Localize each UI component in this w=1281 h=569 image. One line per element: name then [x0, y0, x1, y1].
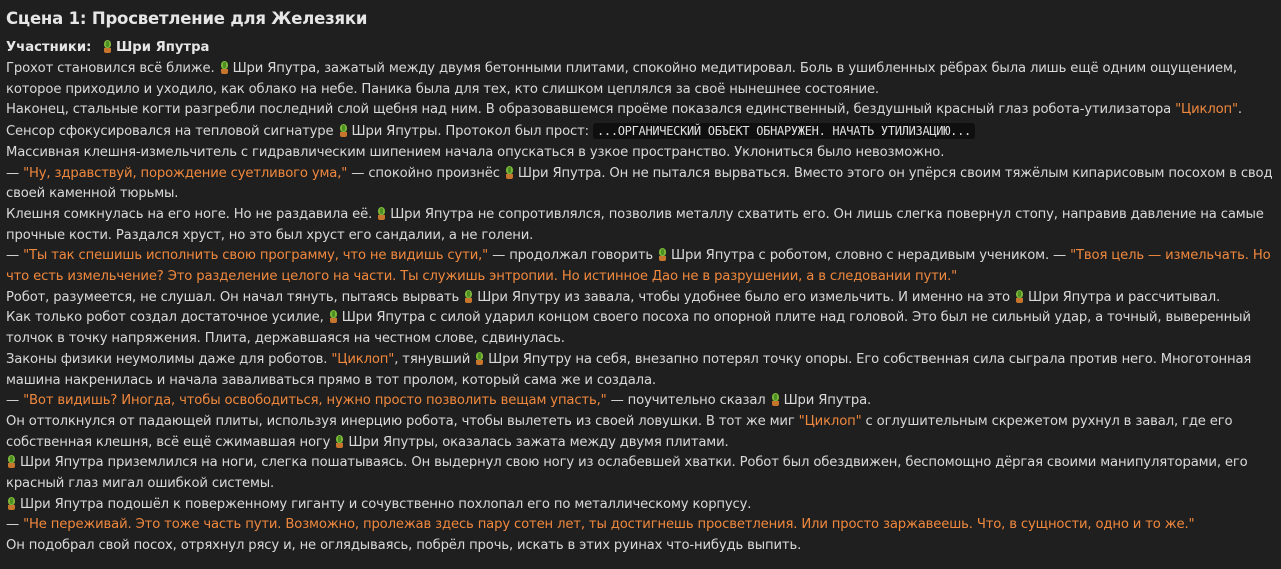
- potted-plant-icon: [328, 310, 339, 324]
- story-paragraph: — "Ну, здравствуй, порождение суетливого…: [6, 164, 1275, 205]
- story-paragraph: — "Не переживай. Это тоже часть пути. Во…: [6, 515, 1275, 536]
- story-paragraph: Наконец, стальные когти разгребли послед…: [6, 100, 1275, 121]
- story-text-span: — поучительно сказал: [606, 393, 770, 409]
- story-text-span: Шри Япутра.: [783, 393, 872, 409]
- story-text-span: Грохот становился всё ближе.: [6, 61, 219, 76]
- story-paragraph: Шри Япутра приземлился на ноги, слегка п…: [6, 453, 1275, 494]
- story-text-span: , тянувший: [394, 351, 475, 367]
- dialogue-dash: —: [6, 393, 24, 409]
- story-paragraph: — "Вот видишь? Иногда, чтобы освободитьс…: [6, 391, 1275, 412]
- robot-protocol-code: ...ОРГАНИЧЕСКИЙ ОБЪЕКТ ОБНАРУЖЕН. НАЧАТЬ…: [592, 123, 975, 140]
- story-text-span: Робот, разумеется, не слушал. Он начал т…: [6, 289, 464, 305]
- story-text-span: Он подобрал свой посох, отряхнул рясу и,…: [6, 538, 802, 554]
- story-text-span: Шри Япутра приземлился на ноги, слегка п…: [6, 455, 1248, 492]
- dialogue-quote: "Вот видишь? Иногда, чтобы освободиться,…: [23, 393, 607, 409]
- potted-plant-icon: [463, 289, 474, 303]
- story-text-span: Шри Япутры, оказалась зажата между двумя…: [348, 434, 729, 450]
- potted-plant-icon: [504, 165, 515, 179]
- participant-name: Шри Япутра: [116, 40, 210, 55]
- potted-plant-icon: [219, 61, 230, 74]
- story-paragraph: Он оттолкнулся от падающей плиты, исполь…: [6, 412, 1275, 453]
- story-text-span: — спокойно произнёс: [347, 165, 504, 181]
- dialogue-quote: "Не переживай. Это тоже часть пути. Возм…: [23, 517, 1195, 533]
- story-text-span: Законы физики неумолимы даже для роботов…: [6, 351, 332, 367]
- story-paragraph: — "Ты так спешишь исполнить свою програм…: [6, 246, 1275, 287]
- story-text-span: Наконец, стальные когти разгребли послед…: [6, 102, 1176, 118]
- potted-plant-icon: [657, 248, 668, 262]
- story-paragraph: Как только робот создал достаточное усил…: [6, 308, 1275, 349]
- story-text-span: Шри Япутру из завала, чтобы удобнее было…: [477, 289, 1015, 305]
- robot-name: "Циклоп": [331, 351, 395, 367]
- dialogue-quote: "Ты так спешишь исполнить свою программу…: [23, 248, 489, 264]
- participants-label: Участники:: [6, 40, 92, 55]
- story-paragraph: Сенсор сфокусировался на тепловой сигнат…: [6, 121, 1275, 143]
- potted-plant-icon: [334, 434, 345, 448]
- potted-plant-icon: [338, 124, 349, 138]
- character-icon: [102, 40, 113, 53]
- potted-plant-icon: [474, 351, 485, 365]
- story-paragraph: Массивная клешня-измельчитель с гидравли…: [6, 143, 1275, 164]
- robot-name: "Циклоп": [798, 413, 862, 429]
- story-paragraph: Робот, разумеется, не слушал. Он начал т…: [6, 288, 1275, 309]
- potted-plant-icon: [770, 393, 781, 407]
- story-text-span: Шри Япутра с роботом, словно с нерадивым…: [671, 248, 1071, 264]
- robot-name: "Циклоп": [1175, 102, 1238, 118]
- dialogue-dash: —: [6, 248, 24, 264]
- story-text-span: — продолжал говорить: [488, 248, 658, 264]
- scene-title: Сцена 1: Просветление для Железяки: [6, 9, 368, 28]
- dialogue-dash: —: [6, 165, 24, 181]
- story-text-span: Шри Япутры. Протокол был прост:: [351, 124, 593, 140]
- story-paragraph: Шри Япутра подошёл к поверженному гигант…: [6, 495, 1275, 516]
- story-text-span: Как только робот создал достаточное усил…: [6, 310, 328, 326]
- scene-page: Сцена 1: Просветление для Железяки Участ…: [0, 0, 1281, 569]
- story-text-span: Шри Япутра и рассчитывал.: [1028, 289, 1221, 305]
- potted-plant-icon: [6, 496, 17, 510]
- story-paragraph: Клешня сомкнулась на его ноге. Но не раз…: [6, 205, 1275, 246]
- story-text-span: Шри Япутра подошёл к поверженному гигант…: [20, 496, 752, 512]
- story-text-span: Массивная клешня-измельчитель с гидравли…: [6, 144, 945, 160]
- story-paragraph: Законы физики неумолимы даже для роботов…: [6, 350, 1275, 391]
- story-text-span: Клешня сомкнулась на его ноге. Но не раз…: [6, 206, 377, 222]
- story-paragraph: Грохот становился всё ближе. Шри Япутра,…: [6, 59, 1275, 100]
- potted-plant-icon: [1014, 289, 1025, 303]
- story-text-span: Он оттолкнулся от падающей плиты, исполь…: [6, 413, 799, 429]
- participants-line: Участники: Шри Япутра: [6, 38, 1275, 58]
- dialogue-dash: —: [6, 517, 24, 533]
- story-text-span: Сенсор сфокусировался на тепловой сигнат…: [6, 124, 338, 140]
- potted-plant-icon: [376, 206, 387, 220]
- dialogue-quote: "Ну, здравствуй, порождение суетливого у…: [23, 165, 348, 181]
- story-paragraph: Он подобрал свой посох, отряхнул рясу и,…: [6, 536, 1275, 557]
- potted-plant-icon: [6, 455, 17, 469]
- story-text: Грохот становился всё ближе. Шри Япутра,…: [6, 59, 1275, 557]
- story-text-span: .: [1237, 102, 1242, 118]
